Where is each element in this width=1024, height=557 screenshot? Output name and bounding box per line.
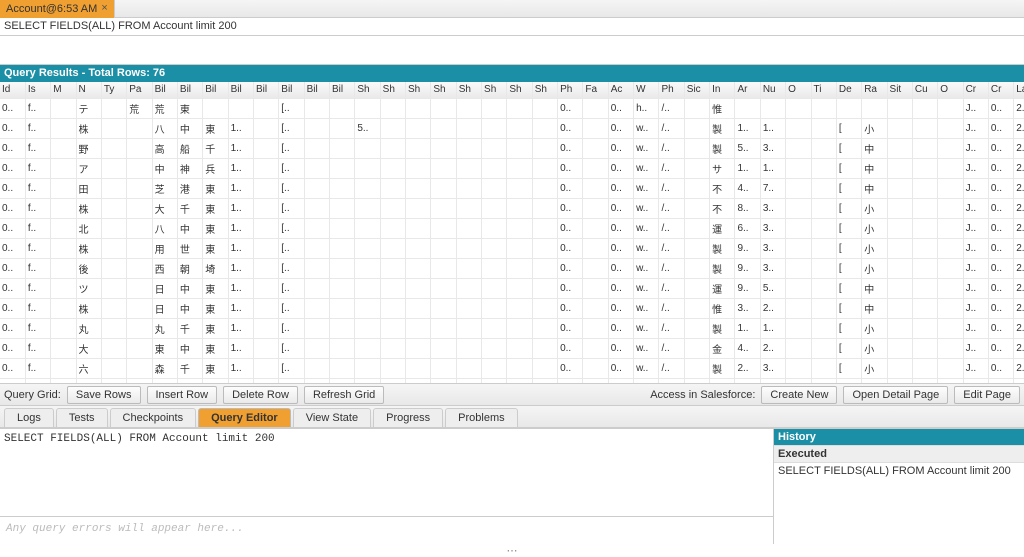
table-row[interactable]: 0..f..大東中東1..[..0..0..w../..金4..2..[小J..… (0, 338, 1024, 358)
window-tab-bar: Account@6:53 AM × (0, 0, 1024, 18)
column-header[interactable]: Ac (608, 82, 633, 98)
tab-logs[interactable]: Logs (4, 408, 54, 427)
column-header[interactable]: M (51, 82, 76, 98)
column-header[interactable]: Sh (406, 82, 431, 98)
column-header[interactable]: Ty (101, 82, 126, 98)
column-header[interactable]: N (76, 82, 101, 98)
table-row[interactable]: 0..f..テ荒荒東[..0..0..h../..惟J..0..2..0..2.… (0, 98, 1024, 118)
window-tab-account[interactable]: Account@6:53 AM × (0, 0, 115, 18)
column-header[interactable]: Bil (329, 82, 354, 98)
column-header[interactable]: Ph (558, 82, 583, 98)
tab-query-editor[interactable]: Query Editor (198, 408, 291, 427)
tab-view-state[interactable]: View State (293, 408, 371, 427)
table-row[interactable]: 0..f..田芝港東1..[..0..0..w../..不4..7..[中J..… (0, 178, 1024, 198)
results-grid[interactable]: IdIsMNTyPaBilBilBilBilBilBilBilBilShShSh… (0, 82, 1024, 384)
table-row[interactable]: 0..f..ツ日中東1..[..0..0..w../..運9..5..[中J..… (0, 278, 1024, 298)
edit-page-button[interactable]: Edit Page (954, 386, 1020, 404)
delete-row-button[interactable]: Delete Row (223, 386, 298, 404)
column-header[interactable]: W (634, 82, 659, 98)
table-row[interactable]: 0..f..株用世東1..[..0..0..w../..製9..3..[小J..… (0, 238, 1024, 258)
column-header[interactable]: Ph (659, 82, 684, 98)
tab-checkpoints[interactable]: Checkpoints (110, 408, 197, 427)
column-header[interactable]: O (786, 82, 811, 98)
table-row[interactable]: 0..f..北八中東1..[..0..0..w../..運6..3..[小J..… (0, 218, 1024, 238)
open-detail-button[interactable]: Open Detail Page (843, 386, 948, 404)
column-header[interactable]: Cr (988, 82, 1013, 98)
column-header[interactable]: Cu (912, 82, 937, 98)
query-editor-input[interactable] (0, 429, 773, 516)
table-row[interactable]: 0..f..丸丸千東1..[..0..0..w../..製1..1..[小J..… (0, 318, 1024, 338)
table-row[interactable]: 0..f..野高船千1..[..0..0..w../..製5..3..[中J..… (0, 138, 1024, 158)
history-panel: History Executed SELECT FIELDS(ALL) FROM… (774, 429, 1024, 544)
query-grid-label: Query Grid: (4, 389, 61, 401)
access-label: Access in Salesforce: (650, 389, 755, 401)
history-header: History (774, 429, 1024, 445)
create-new-button[interactable]: Create New (761, 386, 837, 404)
column-header[interactable]: Cr (963, 82, 988, 98)
column-header[interactable]: Sh (380, 82, 405, 98)
column-header[interactable]: Ti (811, 82, 836, 98)
grid-toolbar: Query Grid: Save Rows Insert Row Delete … (0, 384, 1024, 406)
resize-handle[interactable]: ⋯ (0, 544, 1024, 557)
tab-problems[interactable]: Problems (445, 408, 517, 427)
tab-title: Account@6:53 AM (6, 3, 97, 15)
column-header[interactable]: Sic (684, 82, 709, 98)
table-row[interactable]: 0..f..株大千東1..[..0..0..w../..不8..3..[小J..… (0, 198, 1024, 218)
column-header[interactable]: Bil (253, 82, 278, 98)
insert-row-button[interactable]: Insert Row (147, 386, 218, 404)
query-text-bar: SELECT FIELDS(ALL) FROM Account limit 20… (0, 18, 1024, 36)
column-header[interactable]: Sh (532, 82, 557, 98)
column-header[interactable]: Bil (279, 82, 304, 98)
column-header[interactable]: La (1014, 82, 1024, 98)
column-header[interactable]: Sh (456, 82, 481, 98)
save-rows-button[interactable]: Save Rows (67, 386, 141, 404)
column-header[interactable]: Sh (507, 82, 532, 98)
column-header[interactable]: Fa (583, 82, 608, 98)
history-item[interactable]: SELECT FIELDS(ALL) FROM Account limit 20… (774, 463, 1024, 479)
column-header[interactable]: Nu (760, 82, 785, 98)
column-header[interactable]: Id (0, 82, 25, 98)
table-row[interactable]: 0..f..株八中東1..[..5..0..0..w../..製1..1..[小… (0, 118, 1024, 138)
column-header[interactable]: Sh (482, 82, 507, 98)
column-header[interactable]: Bil (152, 82, 177, 98)
column-header[interactable]: Sh (431, 82, 456, 98)
column-header[interactable]: Sh (355, 82, 380, 98)
tab-tests[interactable]: Tests (56, 408, 108, 427)
column-header[interactable]: Bil (228, 82, 253, 98)
column-header[interactable]: Ar (735, 82, 760, 98)
column-header[interactable]: Bil (203, 82, 228, 98)
column-header[interactable]: Sit (887, 82, 912, 98)
error-panel: Any query errors will appear here... (0, 516, 773, 544)
column-header[interactable]: Bil (304, 82, 329, 98)
column-header[interactable]: Bil (177, 82, 202, 98)
table-row[interactable]: 0..f..ア中神兵1..[..0..0..w../..サ1..1..[中J..… (0, 158, 1024, 178)
table-row[interactable]: 0..f..後西朝埼1..[..0..0..w../..製9..3..[小J..… (0, 258, 1024, 278)
close-icon[interactable]: × (101, 3, 108, 15)
results-header: Query Results - Total Rows: 76 (0, 64, 1024, 82)
column-header[interactable]: Is (25, 82, 50, 98)
history-subheader: Executed (774, 445, 1024, 463)
tab-progress[interactable]: Progress (373, 408, 443, 427)
column-header[interactable]: In (710, 82, 735, 98)
column-header[interactable]: O (938, 82, 963, 98)
column-header[interactable]: Pa (127, 82, 152, 98)
table-row[interactable]: 0..f..富東品東0..[..0..0..w../..製1..8..[小J..… (0, 378, 1024, 384)
column-header[interactable]: Ra (862, 82, 887, 98)
column-header[interactable]: De (836, 82, 861, 98)
refresh-grid-button[interactable]: Refresh Grid (304, 386, 384, 404)
bottom-tab-bar: LogsTestsCheckpointsQuery EditorView Sta… (0, 406, 1024, 428)
table-row[interactable]: 0..f..株日中東1..[..0..0..w../..惟3..2..[中J..… (0, 298, 1024, 318)
table-row[interactable]: 0..f..六森千東1..[..0..0..w../..製2..3..[小J..… (0, 358, 1024, 378)
